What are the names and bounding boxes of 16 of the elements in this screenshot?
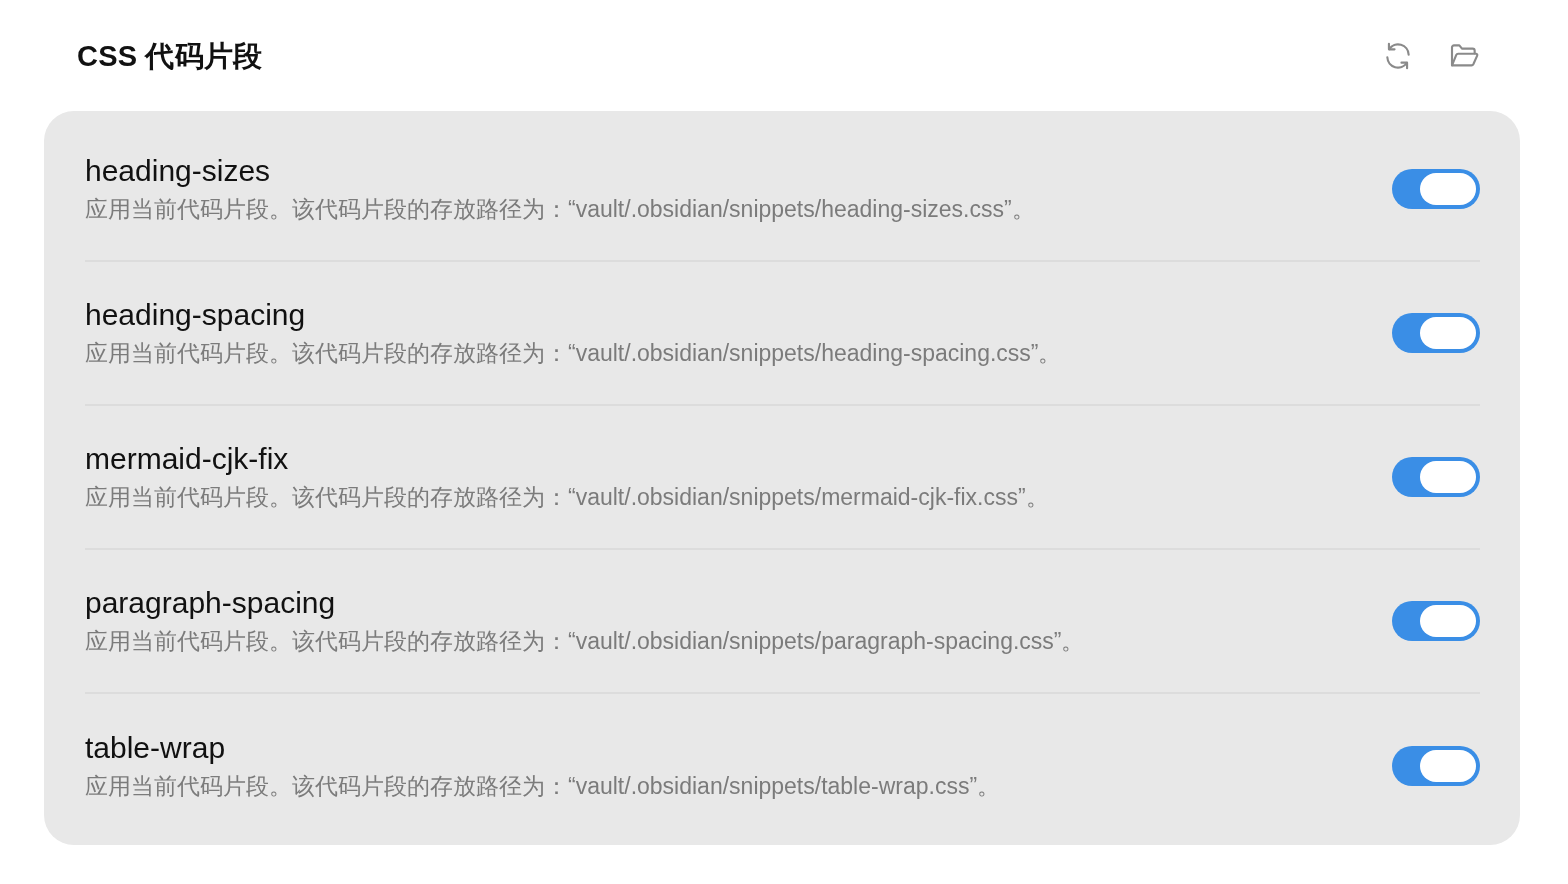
- snippet-description: 应用当前代码片段。该代码片段的存放路径为：“vault/.obsidian/snippets/heading-sizes.css”。: [85, 195, 1035, 224]
- toggle-switch[interactable]: [1392, 457, 1480, 497]
- toggle-switch[interactable]: [1392, 313, 1480, 353]
- snippet-name: paragraph-spacing: [85, 586, 337, 620]
- snippet-description: 应用当前代码片段。该代码片段的存放路径为：“vault/.obsidian/snippets/table-wrap.css”。: [85, 772, 1001, 801]
- page-title: CSS 代码片段: [77, 38, 263, 74]
- snippet-name: mermaid-cjk-fix: [85, 442, 290, 476]
- snippet-name: heading-sizes: [85, 154, 272, 188]
- snippet-description: 应用当前代码片段。该代码片段的存放路径为：“vault/.obsidian/snippets/mermaid-cjk-fix.css”。: [85, 483, 1049, 512]
- snippet-description: 应用当前代码片段。该代码片段的存放路径为：“vault/.obsidian/snippets/paragraph-spacing.css”。: [85, 627, 1085, 656]
- toggle-switch[interactable]: [1392, 169, 1480, 209]
- snippet-description: 应用当前代码片段。该代码片段的存放路径为：“vault/.obsidian/snippets/heading-spacing.css”。: [85, 339, 1062, 368]
- snippet-name: heading-spacing: [85, 298, 307, 332]
- toggle-switch[interactable]: [1392, 601, 1480, 641]
- snippet-name: table-wrap: [85, 731, 227, 765]
- toggle-switch[interactable]: [1392, 746, 1480, 786]
